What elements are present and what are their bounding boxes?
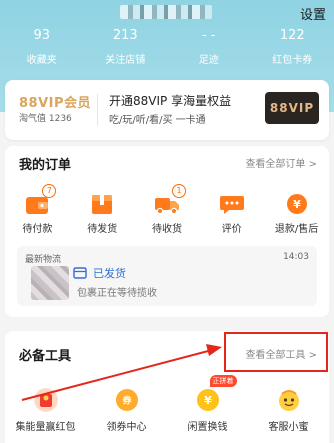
order-refund[interactable]: ¥ 退款/售后 (264, 192, 329, 235)
assistant-icon (277, 388, 301, 412)
orders-title: 我的订单 (19, 158, 72, 173)
yuan-coin-icon: ¥ 正拼着 (196, 375, 237, 412)
username-blurred (120, 5, 212, 19)
stat-value: - - (201, 28, 216, 43)
view-all-orders-link[interactable]: 查看全部订单 > (245, 155, 317, 170)
stat-followed-shops[interactable]: 213 关注店铺 (84, 28, 168, 66)
logistics-time: 14:03 (283, 252, 309, 262)
tools-row: 集能量赢红包 券 领券中心 ¥ 正拼着 闲置换钱 客服小蜜 (5, 375, 329, 433)
svg-text:¥: ¥ (204, 394, 212, 407)
truck-icon: 1 (154, 184, 186, 216)
red-envelope-icon (33, 388, 58, 412)
vip-card[interactable]: 88VIP会员 淘气值 1236 开通88VIP 享海量权益 吃/玩/听/看/买… (5, 80, 329, 140)
count-badge: 7 (42, 184, 57, 198)
package-icon (89, 192, 115, 216)
order-pending-shipment[interactable]: 待发货 (70, 192, 135, 235)
stat-value: 122 (279, 28, 305, 43)
vip-badge[interactable]: 88VIP (265, 92, 319, 124)
order-status-label: 评价 (221, 224, 242, 235)
product-thumbnail (31, 266, 69, 300)
wallet-icon: 7 (24, 184, 57, 216)
tool-coupon-center[interactable]: 券 领券中心 (86, 388, 167, 433)
tool-energy-red-envelope[interactable]: 集能量赢红包 (5, 388, 86, 433)
vip-subtitle: 吃/玩/听/看/买 一卡通 (109, 115, 206, 126)
divider (97, 94, 98, 126)
coupon-icon: 券 (115, 388, 139, 412)
svg-text:¥: ¥ (293, 198, 301, 211)
stat-label: 红包卡券 (272, 55, 313, 66)
order-status-label: 待发货 (87, 224, 118, 235)
order-status-label: 待付款 (22, 224, 53, 235)
logistics-title: 最新物流 (25, 255, 62, 265)
order-pending-payment[interactable]: 7 待付款 (5, 184, 70, 235)
taoqi-value: 淘气值 1236 (19, 114, 72, 124)
orders-card: 我的订单 查看全部订单 > 7 待付款 待发货 1 待收货 评价 ¥ 退款/售后… (5, 146, 329, 317)
refund-icon: ¥ (284, 192, 310, 216)
logistics-status: 已发货 (73, 265, 126, 282)
vip-title: 开通88VIP 享海量权益 (109, 94, 232, 108)
order-review[interactable]: 评价 (199, 192, 264, 235)
tool-label: 集能量赢红包 (15, 422, 76, 433)
stat-value: 213 (112, 28, 138, 43)
svg-text:券: 券 (121, 395, 132, 407)
tool-label: 闲置换钱 (187, 422, 228, 433)
tool-idle-trade[interactable]: ¥ 正拼着 闲置换钱 (167, 375, 248, 433)
tool-label: 领券中心 (106, 422, 147, 433)
latest-logistics[interactable]: 最新物流 14:03 已发货 包裹正在等待揽收 (17, 246, 317, 306)
logistics-status-text: 已发货 (93, 267, 126, 280)
order-status-row: 7 待付款 待发货 1 待收货 评价 ¥ 退款/售后 (5, 184, 329, 235)
logistics-description: 包裹正在等待揽收 (77, 288, 157, 299)
chat-icon (219, 192, 245, 216)
hot-tag: 正拼着 (209, 375, 237, 387)
stats-row: 93 收藏夹 213 关注店铺 - - 足迹 122 红包卡券 (0, 28, 334, 66)
stat-footprint[interactable]: - - 足迹 (167, 28, 251, 66)
order-status-label: 待收货 (151, 224, 182, 235)
shipped-icon (73, 267, 87, 282)
stat-favorites[interactable]: 93 收藏夹 (0, 28, 84, 66)
stat-label: 收藏夹 (26, 55, 57, 66)
count-badge: 1 (171, 184, 186, 198)
highlight-box (224, 332, 328, 372)
stat-value: 93 (33, 28, 51, 43)
stat-label: 足迹 (198, 55, 219, 66)
tool-customer-service[interactable]: 客服小蜜 (248, 388, 329, 433)
tool-label: 客服小蜜 (268, 422, 309, 433)
vip-logo: 88VIP会员 (19, 96, 92, 111)
order-status-label: 退款/售后 (274, 224, 319, 235)
order-pending-receipt[interactable]: 1 待收货 (135, 184, 200, 235)
stat-coupons[interactable]: 122 红包卡券 (251, 28, 334, 66)
tools-title: 必备工具 (19, 349, 72, 364)
stat-label: 关注店铺 (105, 55, 146, 66)
settings-button[interactable]: 设置 (300, 4, 326, 23)
